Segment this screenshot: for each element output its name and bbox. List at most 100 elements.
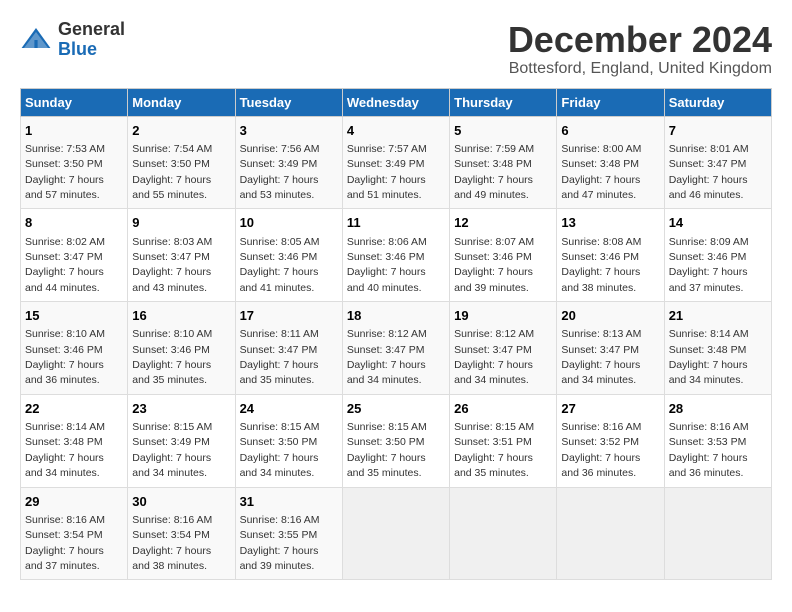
day-info: Sunrise: 8:15 AMSunset: 3:50 PMDaylight:… xyxy=(347,421,427,479)
calendar-cell: 11 Sunrise: 8:06 AMSunset: 3:46 PMDayligh… xyxy=(342,209,449,302)
week-row-5: 29 Sunrise: 8:16 AMSunset: 3:54 PMDayligh… xyxy=(21,487,772,580)
day-number: 11 xyxy=(347,214,445,232)
day-number: 14 xyxy=(669,214,767,232)
calendar-cell: 25Sunrise: 8:15 AMSunset: 3:50 PMDayligh… xyxy=(342,394,449,487)
day-info: Sunrise: 7:57 AMSunset: 3:49 PMDaylight:… xyxy=(347,143,427,201)
day-number: 15 xyxy=(25,307,123,325)
calendar-cell: 31Sunrise: 8:16 AMSunset: 3:55 PMDayligh… xyxy=(235,487,342,580)
logo-blue-text: Blue xyxy=(58,40,125,60)
day-info: Sunrise: 8:07 AMSunset: 3:46 PMDaylight:… xyxy=(454,236,534,294)
calendar-cell: 28 Sunrise: 8:16 AMSunset: 3:53 PMDayligh… xyxy=(664,394,771,487)
calendar-cell: 5Sunrise: 7:59 AMSunset: 3:48 PMDaylight… xyxy=(450,116,557,209)
calendar-cell: 3Sunrise: 7:56 AMSunset: 3:49 PMDaylight… xyxy=(235,116,342,209)
week-row-2: 8Sunrise: 8:02 AMSunset: 3:47 PMDaylight… xyxy=(21,209,772,302)
logo-icon xyxy=(20,24,52,56)
calendar-title: December 2024 xyxy=(508,20,772,60)
calendar-cell: 1 Sunrise: 7:53 AMSunset: 3:50 PMDaylight… xyxy=(21,116,128,209)
day-number: 3 xyxy=(240,122,338,140)
calendar-cell: 18Sunrise: 8:12 AMSunset: 3:47 PMDayligh… xyxy=(342,302,449,395)
day-number: 18 xyxy=(347,307,445,325)
day-info: Sunrise: 8:11 AMSunset: 3:47 PMDaylight:… xyxy=(240,328,319,386)
day-number: 27 xyxy=(561,400,659,418)
header-day-saturday: Saturday xyxy=(664,88,771,116)
logo: General Blue xyxy=(20,20,125,60)
day-number: 19 xyxy=(454,307,552,325)
header-day-friday: Friday xyxy=(557,88,664,116)
header: General Blue December 2024 Bottesford, E… xyxy=(20,20,772,78)
calendar-cell: 26 Sunrise: 8:15 AMSunset: 3:51 PMDayligh… xyxy=(450,394,557,487)
day-number: 1 xyxy=(25,122,123,140)
calendar-header: SundayMondayTuesdayWednesdayThursdayFrid… xyxy=(21,88,772,116)
day-number: 17 xyxy=(240,307,338,325)
day-info: Sunrise: 7:53 AMSunset: 3:50 PMDaylight:… xyxy=(25,143,105,201)
calendar-cell: 15 Sunrise: 8:10 AMSunset: 3:46 PMDayligh… xyxy=(21,302,128,395)
day-info: Sunrise: 8:16 AMSunset: 3:52 PMDaylight:… xyxy=(561,421,641,479)
title-area: December 2024 Bottesford, England, Unite… xyxy=(508,20,772,78)
day-info: Sunrise: 8:10 AMSunset: 3:46 PMDaylight:… xyxy=(25,328,105,386)
day-info: Sunrise: 7:59 AMSunset: 3:48 PMDaylight:… xyxy=(454,143,534,201)
week-row-1: 1 Sunrise: 7:53 AMSunset: 3:50 PMDaylight… xyxy=(21,116,772,209)
day-info: Sunrise: 8:15 AMSunset: 3:49 PMDaylight:… xyxy=(132,421,212,479)
calendar-cell: 17 Sunrise: 8:11 AMSunset: 3:47 PMDayligh… xyxy=(235,302,342,395)
calendar-cell: 21 Sunrise: 8:14 AMSunset: 3:48 PMDayligh… xyxy=(664,302,771,395)
day-number: 12 xyxy=(454,214,552,232)
calendar-cell: 14 Sunrise: 8:09 AMSunset: 3:46 PMDayligh… xyxy=(664,209,771,302)
day-info: Sunrise: 8:14 AMSunset: 3:48 PMDaylight:… xyxy=(25,421,105,479)
day-info: Sunrise: 8:12 AMSunset: 3:47 PMDaylight:… xyxy=(454,328,534,386)
calendar-cell: 27 Sunrise: 8:16 AMSunset: 3:52 PMDayligh… xyxy=(557,394,664,487)
day-number: 24 xyxy=(240,400,338,418)
day-number: 30 xyxy=(132,493,230,511)
day-number: 8 xyxy=(25,214,123,232)
day-number: 21 xyxy=(669,307,767,325)
day-number: 29 xyxy=(25,493,123,511)
day-info: Sunrise: 8:06 AMSunset: 3:46 PMDaylight:… xyxy=(347,236,427,294)
day-info: Sunrise: 7:54 AMSunset: 3:50 PMDaylight:… xyxy=(132,143,212,201)
calendar-cell: 8Sunrise: 8:02 AMSunset: 3:47 PMDaylight… xyxy=(21,209,128,302)
calendar-cell: 10Sunrise: 8:05 AMSunset: 3:46 PMDayligh… xyxy=(235,209,342,302)
day-number: 13 xyxy=(561,214,659,232)
calendar-cell: 7 Sunrise: 8:01 AMSunset: 3:47 PMDaylight… xyxy=(664,116,771,209)
day-number: 20 xyxy=(561,307,659,325)
day-info: Sunrise: 8:10 AMSunset: 3:46 PMDaylight:… xyxy=(132,328,212,386)
logo-general-text: General xyxy=(58,20,125,40)
day-info: Sunrise: 8:16 AMSunset: 3:55 PMDaylight:… xyxy=(240,514,320,572)
day-info: Sunrise: 8:00 AMSunset: 3:48 PMDaylight:… xyxy=(561,143,641,201)
calendar-cell: 30 Sunrise: 8:16 AMSunset: 3:54 PMDayligh… xyxy=(128,487,235,580)
day-info: Sunrise: 8:14 AMSunset: 3:48 PMDaylight:… xyxy=(669,328,749,386)
week-row-3: 15 Sunrise: 8:10 AMSunset: 3:46 PMDayligh… xyxy=(21,302,772,395)
day-info: Sunrise: 8:15 AMSunset: 3:50 PMDaylight:… xyxy=(240,421,320,479)
day-info: Sunrise: 8:01 AMSunset: 3:47 PMDaylight:… xyxy=(669,143,749,201)
header-day-wednesday: Wednesday xyxy=(342,88,449,116)
calendar-table: SundayMondayTuesdayWednesdayThursdayFrid… xyxy=(20,88,772,581)
day-number: 2 xyxy=(132,122,230,140)
day-info: Sunrise: 8:15 AMSunset: 3:51 PMDaylight:… xyxy=(454,421,534,479)
header-day-thursday: Thursday xyxy=(450,88,557,116)
day-number: 6 xyxy=(561,122,659,140)
calendar-cell: 29 Sunrise: 8:16 AMSunset: 3:54 PMDayligh… xyxy=(21,487,128,580)
day-number: 23 xyxy=(132,400,230,418)
day-info: Sunrise: 8:09 AMSunset: 3:46 PMDaylight:… xyxy=(669,236,749,294)
day-info: Sunrise: 8:16 AMSunset: 3:53 PMDaylight:… xyxy=(669,421,749,479)
day-number: 26 xyxy=(454,400,552,418)
calendar-cell: 24 Sunrise: 8:15 AMSunset: 3:50 PMDayligh… xyxy=(235,394,342,487)
calendar-cell: 16Sunrise: 8:10 AMSunset: 3:46 PMDayligh… xyxy=(128,302,235,395)
day-number: 4 xyxy=(347,122,445,140)
day-number: 7 xyxy=(669,122,767,140)
header-day-sunday: Sunday xyxy=(21,88,128,116)
calendar-cell xyxy=(342,487,449,580)
day-number: 28 xyxy=(669,400,767,418)
day-info: Sunrise: 8:16 AMSunset: 3:54 PMDaylight:… xyxy=(25,514,105,572)
calendar-cell: 22 Sunrise: 8:14 AMSunset: 3:48 PMDayligh… xyxy=(21,394,128,487)
calendar-cell: 4 Sunrise: 7:57 AMSunset: 3:49 PMDaylight… xyxy=(342,116,449,209)
calendar-cell xyxy=(557,487,664,580)
day-info: Sunrise: 8:08 AMSunset: 3:46 PMDaylight:… xyxy=(561,236,641,294)
calendar-cell xyxy=(664,487,771,580)
header-day-tuesday: Tuesday xyxy=(235,88,342,116)
day-number: 9 xyxy=(132,214,230,232)
calendar-cell: 12 Sunrise: 8:07 AMSunset: 3:46 PMDayligh… xyxy=(450,209,557,302)
calendar-cell: 23 Sunrise: 8:15 AMSunset: 3:49 PMDayligh… xyxy=(128,394,235,487)
day-info: Sunrise: 8:16 AMSunset: 3:54 PMDaylight:… xyxy=(132,514,212,572)
calendar-cell: 9Sunrise: 8:03 AMSunset: 3:47 PMDaylight… xyxy=(128,209,235,302)
day-info: Sunrise: 8:05 AMSunset: 3:46 PMDaylight:… xyxy=(240,236,320,294)
day-number: 22 xyxy=(25,400,123,418)
